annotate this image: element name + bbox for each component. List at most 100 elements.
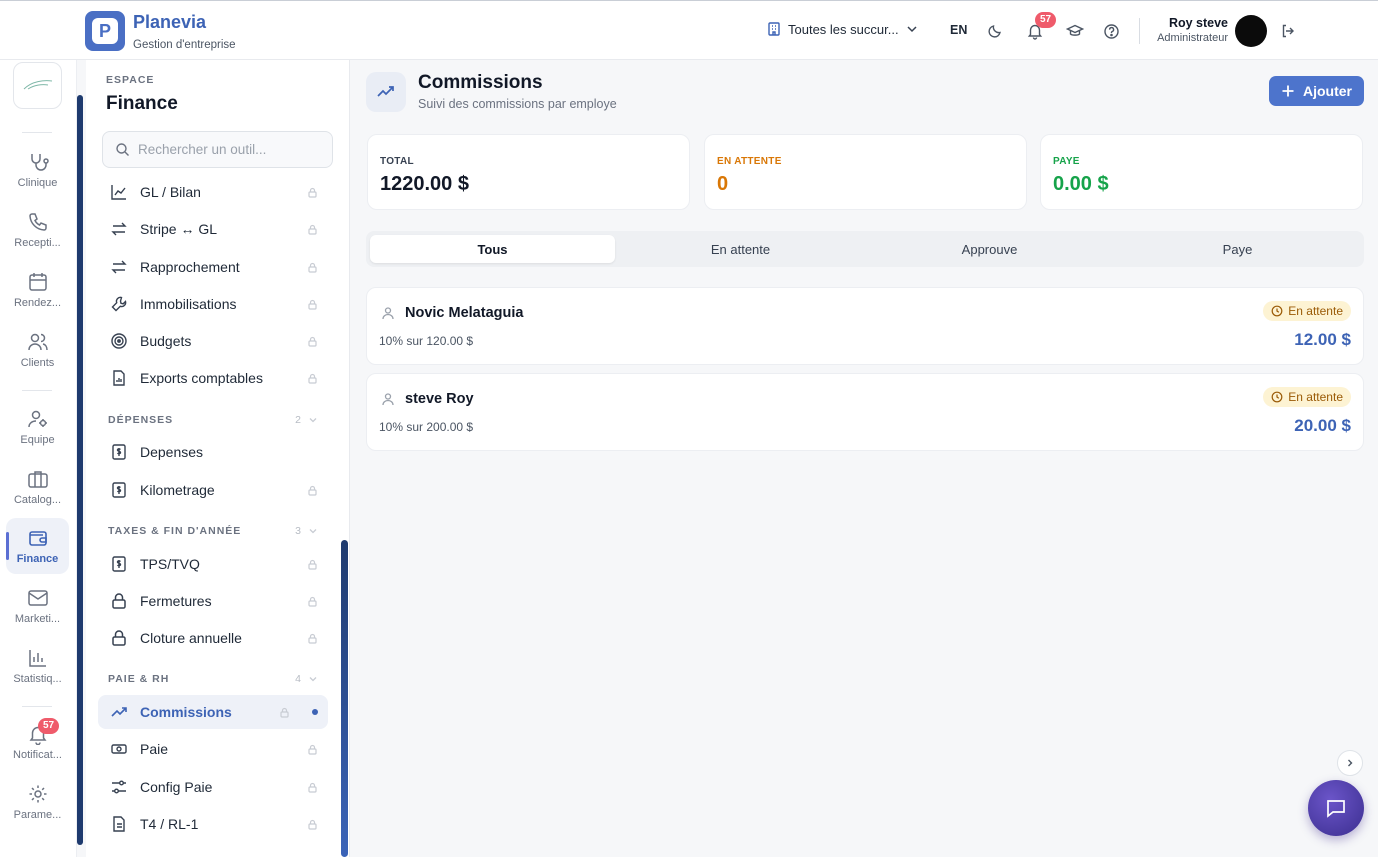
add-commission-button[interactable]: Ajouter xyxy=(1269,76,1364,106)
tab-approuve[interactable]: Approuve xyxy=(867,235,1112,263)
rail-notification-badge: 57 xyxy=(38,718,60,734)
sliders-icon xyxy=(112,780,126,794)
lock-icon xyxy=(308,633,317,644)
lock-icon xyxy=(308,819,317,830)
rail-item-label: Statistiq... xyxy=(13,673,62,685)
sidebar-item-rapprochement[interactable]: Rapprochement xyxy=(98,250,328,284)
group-taxes[interactable]: TAXES & FIN D'ANNÉE 3 xyxy=(108,525,318,537)
user-icon xyxy=(382,393,394,406)
mail-icon xyxy=(27,590,48,606)
rail-divider xyxy=(22,706,52,707)
sidebar-item-commissions[interactable]: Commissions xyxy=(98,695,328,729)
rail-item-reception[interactable]: Recepti... xyxy=(6,202,69,258)
receipt-icon xyxy=(112,556,126,572)
sidebar-item-t4-rl1[interactable]: T4 / RL-1 xyxy=(98,807,328,841)
user-cog-icon xyxy=(27,410,47,428)
group-count: 4 xyxy=(295,673,302,685)
search-icon xyxy=(116,143,129,156)
graduation-cap-icon[interactable] xyxy=(1065,21,1085,41)
sidebar-item-label: GL / Bilan xyxy=(140,184,201,200)
branch-selector[interactable]: Toutes les succur... xyxy=(766,21,919,37)
company-logo[interactable] xyxy=(13,62,62,109)
chevron-down-icon xyxy=(309,529,317,534)
stat-label: TOTAL xyxy=(380,156,414,167)
sidebar-item-label: Config Paie xyxy=(140,779,213,795)
rail-item-equipe[interactable]: Equipe xyxy=(6,399,69,455)
arrows-icon xyxy=(111,260,127,274)
rail-scrollbar[interactable] xyxy=(77,95,83,845)
sidebar-item-immobilisations[interactable]: Immobilisations xyxy=(98,287,328,321)
brand-logo[interactable]: P xyxy=(85,11,125,51)
lock-icon xyxy=(308,596,317,607)
rail-item-parametres[interactable]: Parame... xyxy=(6,774,69,830)
sidebar-item-depenses[interactable]: Depenses xyxy=(98,435,328,469)
tool-search-input[interactable]: Rechercher un outil... xyxy=(102,131,333,168)
moon-icon[interactable] xyxy=(985,21,1005,41)
clock-icon xyxy=(1271,305,1283,317)
sidebar-item-label: Immobilisations xyxy=(140,296,237,312)
language-toggle[interactable]: EN xyxy=(950,23,967,37)
receipt-icon xyxy=(112,482,126,498)
group-label: DÉPENSES xyxy=(108,414,174,426)
stat-label: EN ATTENTE xyxy=(717,156,782,167)
sidebar-scrollbar[interactable] xyxy=(341,540,348,857)
line-chart-icon xyxy=(111,185,126,200)
sidebar-item-tps-tvq[interactable]: TPS/TVQ xyxy=(98,547,328,581)
commission-card[interactable]: steve Roy 10% sur 200.00 $ En attente 20… xyxy=(366,373,1364,451)
main-content: Commissions Suivi des commissions par em… xyxy=(350,60,1378,857)
lock-icon xyxy=(280,707,289,718)
rail-item-statistiques[interactable]: Statistiq... xyxy=(6,638,69,694)
group-label: TAXES & FIN D'ANNÉE xyxy=(108,525,242,537)
tab-en-attente[interactable]: En attente xyxy=(618,235,863,263)
chat-button[interactable] xyxy=(1308,780,1364,836)
sidebar-item-paie[interactable]: Paie xyxy=(98,732,328,766)
briefcase-icon xyxy=(27,471,48,488)
rail-item-catalogue[interactable]: Catalog... xyxy=(6,459,69,515)
brand-name: Planevia xyxy=(133,12,207,32)
group-depenses[interactable]: DÉPENSES 2 xyxy=(108,414,318,426)
sidebar-item-kilometrage[interactable]: Kilometrage xyxy=(98,473,328,507)
commission-amount: 12.00 $ xyxy=(1294,330,1351,349)
sidebar-item-stripe-gl[interactable]: Stripe ↔ GL xyxy=(98,212,328,246)
rail-item-marketing[interactable]: Marketi... xyxy=(6,578,69,634)
logout-icon[interactable] xyxy=(1278,21,1298,41)
avatar[interactable] xyxy=(1235,15,1267,47)
expand-panel-button[interactable] xyxy=(1337,750,1363,776)
lock-icon xyxy=(308,485,317,496)
trend-icon xyxy=(111,707,127,717)
status-tabs: Tous En attente Approuve Paye xyxy=(366,231,1364,267)
sidebar-item-budgets[interactable]: Budgets xyxy=(98,324,328,358)
status-label: En attente xyxy=(1288,304,1343,318)
stat-card-paid: PAYE 0.00 $ xyxy=(1040,134,1363,210)
sidebar-item-label: Fermetures xyxy=(140,593,212,609)
sidebar-item-cloture-annuelle[interactable]: Cloture annuelle xyxy=(98,621,328,655)
module-rail: Clinique Recepti... Rendez... Clients Eq… xyxy=(0,60,77,857)
sidebar-item-gl-bilan[interactable]: GL / Bilan xyxy=(98,175,328,209)
rail-item-rendezvous[interactable]: Rendez... xyxy=(6,262,69,318)
group-paie-rh[interactable]: PAIE & RH 4 xyxy=(108,673,318,685)
rail-item-clients[interactable]: Clients xyxy=(6,322,69,378)
rail-divider xyxy=(22,390,52,391)
sidebar-item-fermetures[interactable]: Fermetures xyxy=(98,584,328,618)
sidebar-item-exports-comptables[interactable]: Exports comptables xyxy=(98,361,328,395)
plus-icon xyxy=(1282,85,1294,97)
stat-value: 1220.00 $ xyxy=(380,173,469,195)
help-icon[interactable] xyxy=(1101,21,1121,41)
rail-item-clinique[interactable]: Clinique xyxy=(6,142,69,198)
rail-item-label: Finance xyxy=(16,553,59,565)
commission-card[interactable]: Novic Melataguia 10% sur 120.00 $ En att… xyxy=(366,287,1364,365)
receipt-icon xyxy=(112,444,126,460)
clock-icon xyxy=(1271,391,1283,403)
tab-paye[interactable]: Paye xyxy=(1115,235,1360,263)
trend-icon xyxy=(366,72,406,112)
lock-icon xyxy=(308,262,317,273)
employee-name: Novic Melataguia xyxy=(405,305,524,321)
sidebar-item-label: Depenses xyxy=(140,444,204,460)
commission-detail: 10% sur 200.00 $ xyxy=(379,420,474,434)
rail-item-finance[interactable]: Finance xyxy=(6,518,69,574)
sidebar-item-config-paie[interactable]: Config Paie xyxy=(98,770,328,804)
user-role: Administrateur xyxy=(1157,32,1228,44)
sidebar-item-label: Stripe ↔ GL xyxy=(140,221,218,237)
stat-card-pending: EN ATTENTE 0 xyxy=(704,134,1027,210)
tab-tous[interactable]: Tous xyxy=(370,235,615,263)
